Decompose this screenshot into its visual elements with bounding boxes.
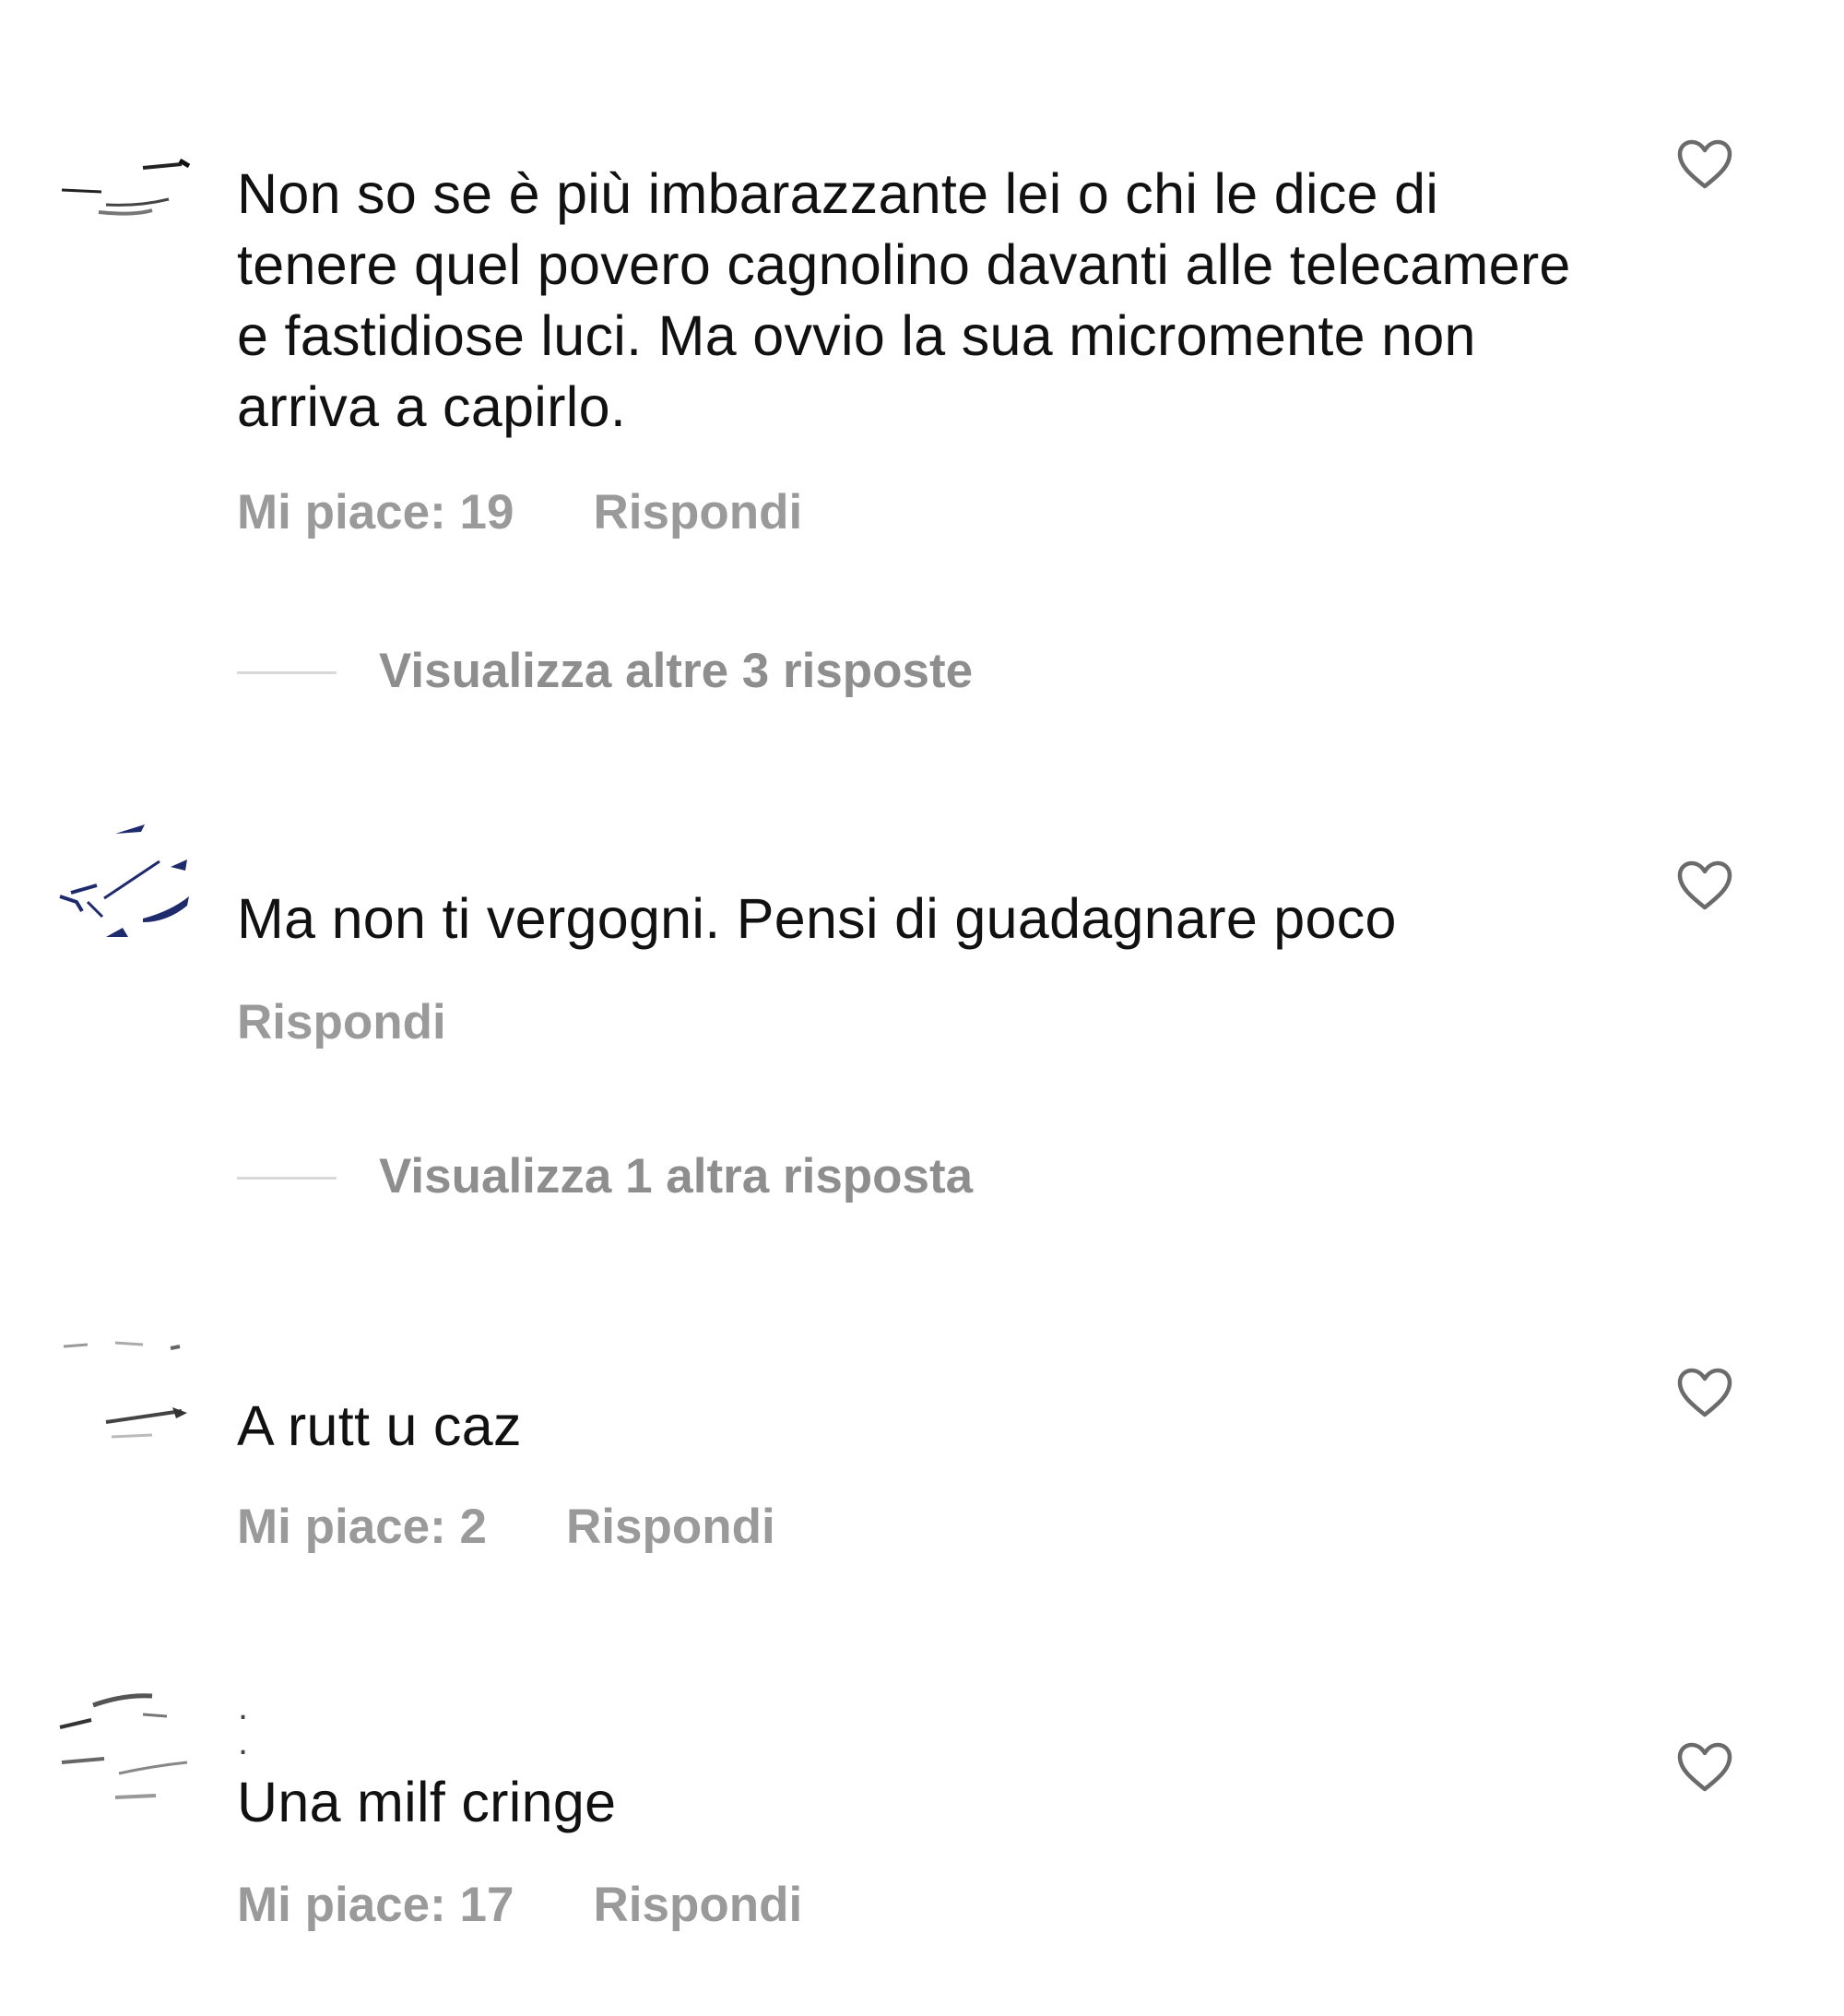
- avatar-image: [59, 1693, 188, 1799]
- reply-button[interactable]: Rispondi: [566, 1499, 775, 1555]
- comment-meta: Mi piace: 19 Rispondi: [237, 484, 802, 540]
- comment-meta: Mi piace: 2 Rispondi: [237, 1499, 775, 1555]
- avatar[interactable]: [51, 148, 207, 295]
- ellipsis-icon: ..: [238, 1687, 249, 1762]
- avatar-image: [63, 1341, 187, 1439]
- heart-icon[interactable]: [1676, 1367, 1733, 1418]
- avatar[interactable]: [51, 1674, 207, 1821]
- view-replies-label: Visualizza altre 3 risposte: [379, 644, 974, 698]
- heart-icon[interactable]: [1676, 1741, 1733, 1793]
- reply-button[interactable]: Rispondi: [593, 484, 802, 540]
- heart-icon[interactable]: [1676, 138, 1733, 190]
- likes-count[interactable]: Mi piace: 17: [237, 1877, 514, 1933]
- reply-button[interactable]: Rispondi: [237, 994, 446, 1050]
- comment-text: Non so se è più imbarazzante lei o chi l…: [237, 162, 1571, 438]
- likes-count[interactable]: Mi piace: 19: [237, 484, 514, 540]
- comment-text: Una milf cringe: [237, 1771, 617, 1833]
- avatar-image: [61, 158, 191, 216]
- replies-divider: [237, 671, 337, 674]
- heart-icon[interactable]: [1676, 860, 1733, 911]
- avatar[interactable]: [51, 1310, 207, 1457]
- comment-meta: Mi piace: 17 Rispondi: [237, 1877, 802, 1933]
- avatar-image: [59, 824, 189, 937]
- view-replies-label: Visualizza 1 altra risposta: [379, 1149, 974, 1204]
- comment-text: Ma non ti vergogni. Pensi di guadagnare …: [237, 887, 1397, 950]
- likes-count[interactable]: Mi piace: 2: [237, 1499, 487, 1555]
- comment-text: A rutt u caz: [237, 1394, 522, 1457]
- avatar[interactable]: [51, 802, 207, 950]
- replies-divider: [237, 1177, 337, 1180]
- reply-button[interactable]: Rispondi: [593, 1877, 802, 1933]
- comment-meta: Rispondi: [237, 994, 446, 1050]
